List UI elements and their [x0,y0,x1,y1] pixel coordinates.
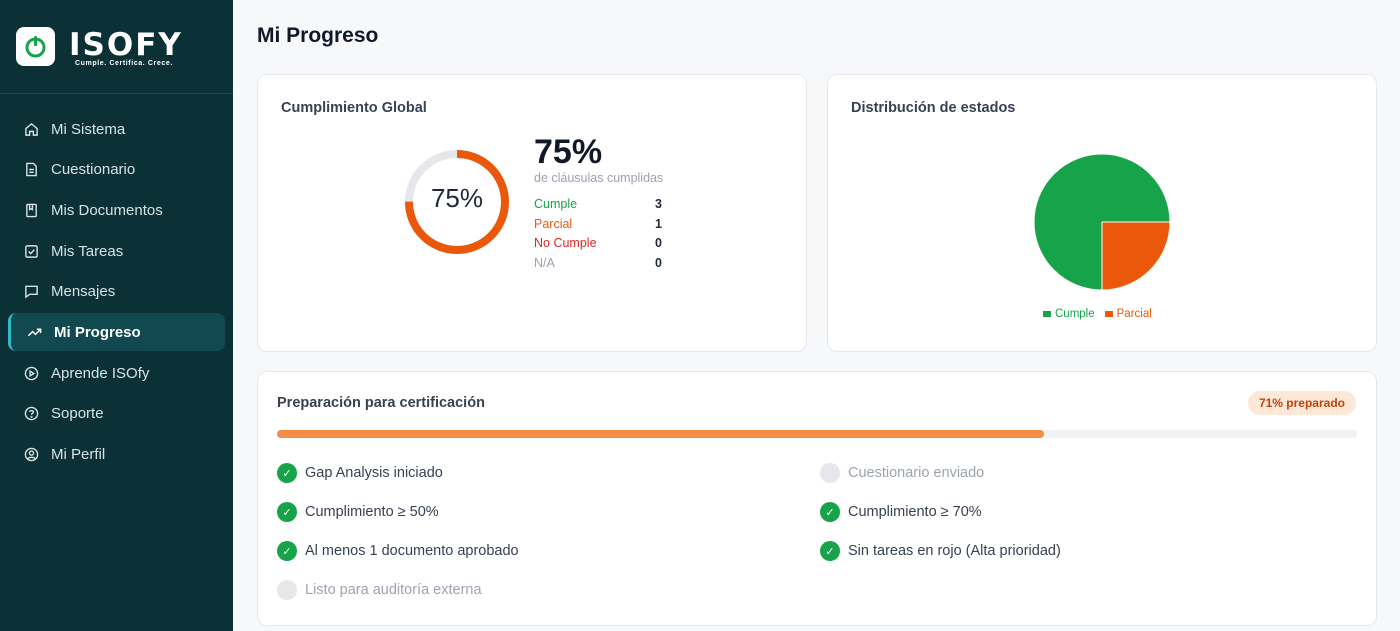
brand-name: ISOFY [69,27,183,63]
stat-row-no-cumple: No Cumple 0 [534,236,662,250]
brand-logo-icon [16,27,55,66]
check-icon: ✓ [277,463,297,483]
stat-value: 0 [655,255,662,270]
chart-legend: Cumple Parcial [1043,308,1152,320]
pending-circle-icon [277,580,297,600]
stat-label: Cumple [534,197,578,211]
brand[interactable]: ISOFY Cumple. Certifica. Crece. [16,27,216,69]
checklist-label: Al menos 1 documento aprobado [305,543,519,559]
card-title: Preparación para certificación [277,395,485,411]
legend-label: Parcial [1116,308,1152,320]
sidebar-item-mis-tareas[interactable]: Mis Tareas [8,232,225,270]
sidebar-item-mi-perfil[interactable]: Mi Perfil [8,436,225,474]
brand-tagline: Cumple. Certifica. Crece. [75,60,173,67]
legend-label: Cumple [1055,308,1095,320]
checklist-label: Sin tareas en rojo (Alta prioridad) [848,543,1061,559]
sidebar-divider [0,93,233,94]
play-icon [23,365,39,381]
compliance-percent: 75% [534,133,603,171]
legend-item-cumple[interactable]: Cumple [1043,308,1095,320]
sidebar-item-label: Aprende ISOfy [51,364,150,382]
checklist-item: ✓ Al menos 1 documento aprobado [277,541,519,561]
user-icon [23,447,39,463]
sidebar-item-soporte[interactable]: Soporte [8,395,225,433]
sidebar-item-label: Mi Sistema [51,120,126,138]
sidebar-item-cuestionario[interactable]: Cuestionario [8,151,225,189]
readiness-progress-bar [277,430,1357,438]
sidebar-item-mis-documentos[interactable]: Mis Documentos [8,191,225,229]
status-pie-chart [1033,153,1171,291]
sidebar-item-label: Soporte [51,405,104,423]
stat-row-parcial: Parcial 1 [534,217,662,231]
stat-row-cumple: Cumple 3 [534,197,662,211]
legend-item-parcial[interactable]: Parcial [1104,308,1152,320]
stat-value: 0 [655,236,662,250]
sidebar: ISOFY Cumple. Certifica. Crece. Mi Siste… [0,0,233,631]
status-distribution-card: Distribución de estados Cumple Parcial [827,74,1377,352]
checklist-item: Cuestionario enviado [820,463,984,483]
message-icon [23,284,39,300]
legend-swatch [1104,310,1113,317]
sidebar-item-label: Mensajes [51,283,116,301]
check-icon: ✓ [820,541,840,561]
card-title: Cumplimiento Global [281,100,427,116]
stat-value: 3 [655,197,662,211]
trend-icon [26,324,42,340]
compliance-subtitle: de cláusulas cumplidas [534,171,664,185]
sidebar-item-mensajes[interactable]: Mensajes [8,273,225,311]
checklist-item: ✓ Gap Analysis iniciado [277,463,443,483]
stat-label: No Cumple [534,236,597,250]
checklist-item: Listo para auditoría externa [277,580,482,600]
sidebar-item-label: Mis Tareas [51,242,124,260]
pie-slice-parcial[interactable] [1101,221,1171,291]
sidebar-item-label: Mi Progreso [54,323,141,341]
check-icon: ✓ [820,502,840,522]
check-icon: ✓ [277,541,297,561]
sidebar-item-label: Mi Perfil [51,446,106,463]
checklist-label: Listo para auditoría externa [305,582,482,598]
checklist-label: Cuestionario enviado [848,465,985,481]
checklist-label: Cumplimiento ≥ 70% [848,504,982,520]
checklist-item: ✓ Cumplimiento ≥ 50% [277,502,439,522]
checklist-item: ✓ Cumplimiento ≥ 70% [820,502,982,522]
checklist-item: ✓ Sin tareas en rojo (Alta prioridad) [820,541,1061,561]
legend-swatch [1043,310,1051,317]
donut-percent-label: 75% [430,183,484,213]
help-icon [23,406,39,422]
card-title: Distribución de estados [851,100,1016,116]
sidebar-item-label: Mis Documentos [51,201,163,219]
check-icon: ✓ [277,502,297,522]
book-icon [23,202,39,218]
stat-label: Parcial [534,216,573,231]
readiness-progress-fill [277,430,1044,438]
global-compliance-card: Cumplimiento Global 75% 75% de cláusulas… [257,74,807,352]
document-icon [23,162,39,178]
sidebar-nav: Mi Sistema Cuestionario Mis Documentos M… [8,110,225,476]
checklist-label: Cumplimiento ≥ 50% [305,504,439,520]
stat-row-na: N/A 0 [534,256,662,270]
sidebar-item-mi-progreso[interactable]: Mi Progreso [8,313,225,352]
pending-circle-icon [820,463,840,483]
stat-label: N/A [534,255,555,270]
stat-value: 1 [655,216,662,231]
checkbox-icon [23,243,39,259]
sidebar-item-aprende-isofy[interactable]: Aprende ISOfy [8,354,225,392]
sidebar-item-mi-sistema[interactable]: Mi Sistema [8,110,225,148]
sidebar-item-label: Cuestionario [51,161,136,179]
readiness-badge: 71% preparado [1247,391,1356,415]
certification-card: Preparación para certificación 71% prepa… [257,371,1377,626]
page-title: Mi Progreso [257,24,379,47]
checklist-label: Gap Analysis iniciado [305,465,443,481]
home-icon [23,121,39,137]
